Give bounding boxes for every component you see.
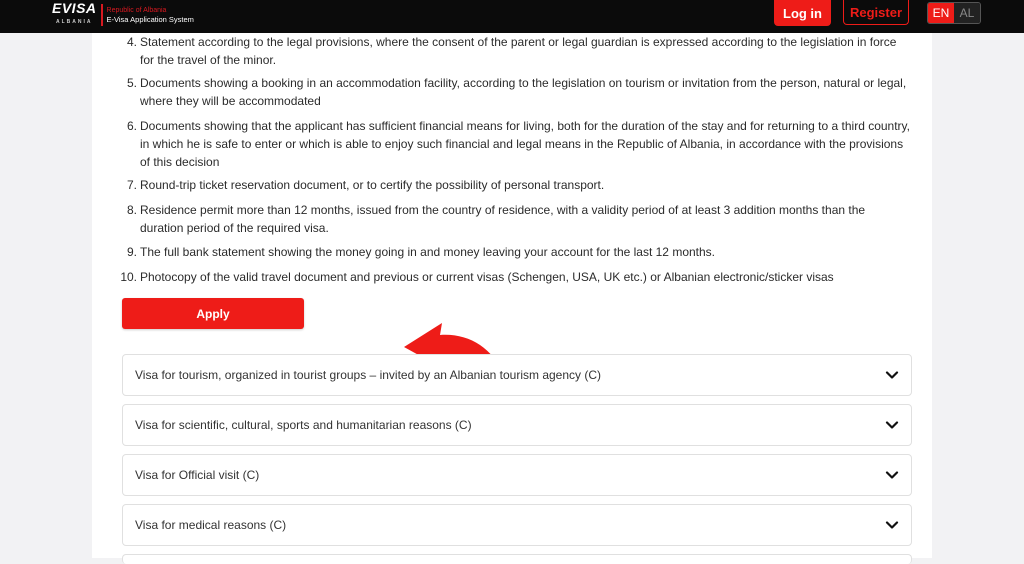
chevron-down-icon: [885, 521, 899, 529]
login-button[interactable]: Log in: [774, 0, 831, 26]
lang-al-button[interactable]: AL: [954, 3, 980, 23]
language-switcher: EN AL: [927, 2, 981, 24]
list-item-number: 7.: [126, 178, 137, 192]
list-item-number: 6.: [126, 119, 137, 133]
list-item-text: Round-trip ticket reservation document, …: [140, 178, 605, 192]
chevron-down-icon: [885, 371, 899, 379]
logo-line2: E-Visa Application System: [106, 14, 194, 24]
list-item-number: 4.: [126, 35, 137, 49]
accordion-item[interactable]: Visa for medical reasons (C): [122, 504, 912, 546]
list-item-number: 5.: [126, 76, 137, 90]
logo-mark-text: EVISA: [52, 0, 97, 16]
list-item-number: 9.: [126, 245, 137, 259]
list-item-text: The full bank statement showing the mone…: [140, 245, 716, 259]
accordion-item-label: Visa for Official visit (C): [135, 468, 260, 482]
apply-button[interactable]: Apply: [122, 298, 304, 329]
accordion-item[interactable]: Visa for tourism, organized in tourist g…: [122, 354, 912, 396]
logo-line1: Republic of Albania: [106, 6, 167, 14]
register-button[interactable]: Register: [843, 0, 909, 25]
accordion-item-partial[interactable]: [122, 554, 912, 564]
accordion-item[interactable]: Visa for scientific, cultural, sports an…: [122, 404, 912, 446]
list-item-number: 10.: [120, 270, 137, 284]
main-content: 4. Statement according to the legal prov…: [92, 33, 932, 564]
logo-mark: EVISA ALBANIA: [52, 1, 97, 29]
logo-separator: [100, 4, 103, 26]
accordion-item-label: Visa for medical reasons (C): [135, 518, 287, 532]
chevron-down-icon: [885, 421, 899, 429]
top-navbar: EVISA ALBANIA Republic of Albania E-Visa…: [0, 0, 1024, 33]
chevron-down-icon: [885, 471, 899, 479]
list-item-text: Statement according to the legal provisi…: [140, 35, 897, 67]
list-item-text: Documents showing a booking in an accomm…: [140, 76, 907, 108]
accordion-item[interactable]: Visa for Official visit (C): [122, 454, 912, 496]
evisa-logo[interactable]: EVISA ALBANIA Republic of Albania E-Visa…: [52, 1, 194, 29]
logo-sub-text: ALBANIA: [56, 19, 93, 25]
logo-text: Republic of Albania E-Visa Application S…: [107, 7, 194, 24]
list-item-text: Photocopy of the valid travel document a…: [140, 270, 834, 284]
list-item-number: 8.: [126, 203, 137, 217]
accordion-item-label: Visa for scientific, cultural, sports an…: [135, 418, 472, 432]
list-item-text: Documents showing that the applicant has…: [140, 119, 910, 169]
lang-en-button[interactable]: EN: [928, 3, 954, 23]
accordion-item-label: Visa for tourism, organized in tourist g…: [135, 368, 602, 382]
list-item-text: Residence permit more than 12 months, is…: [140, 203, 866, 235]
